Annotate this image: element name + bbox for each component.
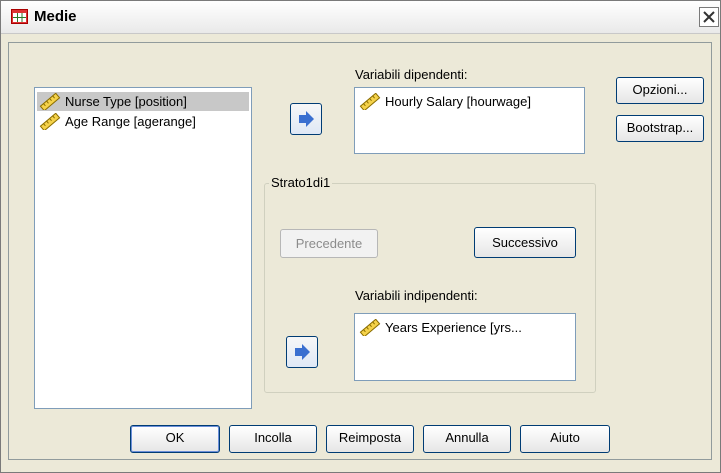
paste-button[interactable]: Incolla [229,425,317,453]
bootstrap-button[interactable]: Bootstrap... [616,115,704,142]
independent-variable-list[interactable]: Years Experience [yrs... [354,313,576,381]
options-button-label: Opzioni... [632,82,688,97]
reset-button-label: Reimposta [338,430,402,445]
list-item[interactable]: Age Range [agerange] [37,112,249,131]
move-to-dependent-button[interactable] [290,103,322,135]
independent-variables-label: Variabili indipendenti: [355,288,478,303]
window-title: Medie [34,8,77,25]
cancel-button[interactable]: Annulla [423,425,511,453]
close-button[interactable] [699,7,719,27]
dialog-window: Medie Nurse Type [position] Age Range [a… [0,0,721,473]
ruler-icon [359,319,381,336]
arrow-right-icon [295,344,310,360]
list-item-label: Hourly Salary [hourwage] [385,94,531,109]
list-item-label: Years Experience [yrs... [385,320,522,335]
source-variable-list[interactable]: Nurse Type [position] Age Range [agerang… [34,87,252,409]
layer-group-title: Strato1di1 [269,175,333,190]
table-icon [11,9,28,24]
cancel-button-label: Annulla [445,430,489,445]
bootstrap-button-label: Bootstrap... [626,120,694,135]
list-item[interactable]: Nurse Type [position] [37,92,249,111]
options-button[interactable]: Opzioni... [616,77,704,104]
dependent-variables-label: Variabili dipendenti: [355,67,468,82]
help-button-label: Aiuto [550,430,580,445]
list-item-label: Nurse Type [position] [65,94,187,109]
title-bar[interactable]: Medie [1,1,720,34]
list-item[interactable]: Years Experience [yrs... [357,318,573,337]
dependent-variable-list[interactable]: Hourly Salary [hourwage] [354,87,585,154]
previous-button[interactable]: Precedente [280,229,378,258]
ruler-icon [39,113,61,130]
ruler-icon [39,93,61,110]
list-item-label: Age Range [agerange] [65,114,196,129]
help-button[interactable]: Aiuto [520,425,610,453]
list-item[interactable]: Hourly Salary [hourwage] [357,92,582,111]
paste-button-label: Incolla [254,430,292,445]
dialog-content: Nurse Type [position] Age Range [agerang… [8,42,712,460]
previous-button-label: Precedente [295,236,363,251]
ruler-icon [359,93,381,110]
ok-button-label: OK [165,430,185,445]
next-button-label: Successivo [492,235,558,250]
move-to-independent-button[interactable] [286,336,318,368]
close-icon [703,11,715,23]
next-button[interactable]: Successivo [474,227,576,258]
reset-button[interactable]: Reimposta [326,425,414,453]
arrow-right-icon [299,111,314,127]
ok-button[interactable]: OK [130,425,220,453]
